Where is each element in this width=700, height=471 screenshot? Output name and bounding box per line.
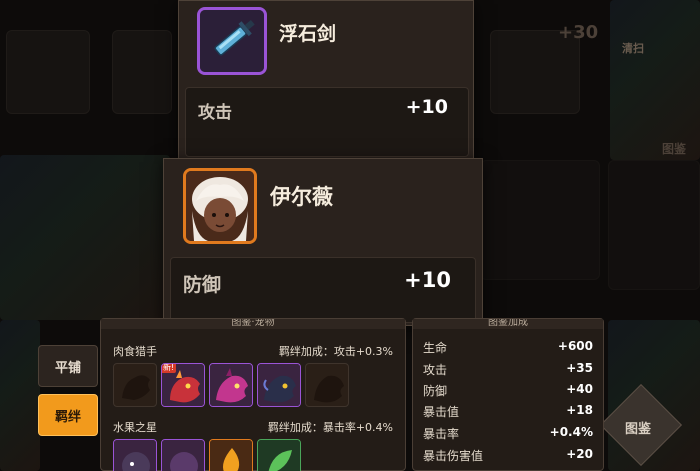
tab-tile[interactable]: 平铺	[38, 345, 98, 387]
magenta-dragon-icon	[210, 364, 252, 406]
bg-slot	[112, 30, 172, 114]
weapon-stat-label: 攻击	[198, 103, 232, 123]
pet-slot[interactable]: 新!	[161, 363, 205, 407]
bg-slot	[6, 30, 90, 114]
bg-right-label: 图鉴	[662, 142, 687, 156]
bonus-panel: 图鉴加成 生命 +600 攻击 +35 防御 +40 暴击值 +18 暴击率 +…	[412, 318, 604, 471]
bonus-stat-value: +20	[566, 447, 593, 461]
weapon-stat-value: +10	[405, 96, 448, 118]
weapon-portrait	[197, 7, 267, 75]
fruit-creature-icon	[114, 440, 156, 471]
bonus-stat-label: 暴击值	[423, 405, 460, 419]
group-title: 水果之星	[113, 421, 157, 434]
weapon-name: 浮石剑	[279, 23, 337, 45]
pet-slot-empty[interactable]	[305, 363, 349, 407]
bg-right-badge: 清扫	[622, 42, 644, 55]
pet-slot[interactable]	[161, 439, 205, 471]
fruit-creature-icon	[162, 440, 204, 471]
weapon-stat-box: 攻击 +10	[185, 87, 469, 157]
hero-stat-value: +10	[404, 268, 451, 292]
bonus-stat-value: +35	[566, 361, 593, 375]
pet-slot[interactable]	[209, 439, 253, 471]
bonus-panel-header: 图鉴加成	[413, 319, 603, 329]
tab-bond[interactable]: 羁绊	[38, 394, 98, 436]
pet-slot[interactable]	[257, 363, 301, 407]
group-bonus: 羁绊加成：攻击+0.3%	[278, 345, 393, 358]
pet-slot[interactable]	[113, 439, 157, 471]
bg-left-art	[0, 155, 170, 320]
bonus-stat-label: 暴击伤害值	[423, 449, 484, 463]
bonus-stat-label: 攻击	[423, 363, 448, 377]
dark-dragon-icon	[258, 364, 300, 406]
bg-right-art	[610, 0, 700, 160]
group-title: 肉食猎手	[113, 345, 157, 358]
hero-portrait	[183, 168, 257, 244]
hero-tooltip-card: 伊尔薇 防御 +10	[163, 158, 483, 326]
bg-plus-value: +30	[558, 22, 599, 43]
bg-slot	[608, 160, 700, 290]
pet-slot[interactable]	[257, 439, 301, 471]
hero-name: 伊尔薇	[270, 185, 333, 209]
bg-left-art-lower	[0, 320, 40, 471]
collection-panel: 图鉴·宠物 肉食猎手 羁绊加成：攻击+0.3% 新! 水果之星 羁绊加成：暴击率…	[100, 318, 406, 471]
bonus-stat-label: 暴击率	[423, 427, 460, 441]
bonus-stat-value: +600	[557, 339, 593, 353]
white-haired-hero-portrait	[186, 171, 254, 241]
bonus-stat-value: +40	[566, 382, 593, 396]
hero-stat-label: 防御	[183, 274, 222, 296]
dragon-silhouette-icon	[314, 375, 344, 403]
weapon-tooltip-card: 浮石剑 攻击 +10	[178, 0, 474, 160]
pet-slot[interactable]	[209, 363, 253, 407]
dragon-silhouette-icon	[122, 375, 150, 400]
group-bonus: 羁绊加成：暴击率+0.4%	[267, 421, 393, 434]
collection-panel-header: 图鉴·宠物	[101, 319, 405, 329]
bonus-stat-label: 生命	[423, 341, 448, 355]
new-badge: 新!	[162, 363, 177, 373]
blue-sword-icon	[200, 10, 264, 72]
leaf-creature-icon	[258, 440, 300, 471]
bonus-stat-label: 防御	[423, 384, 448, 398]
flame-creature-icon	[210, 440, 252, 471]
pet-slot-empty[interactable]	[113, 363, 157, 407]
bonus-stat-value: +18	[566, 403, 593, 417]
hero-stat-box: 防御 +10	[170, 257, 476, 323]
bonus-stat-value: +0.4%	[549, 425, 593, 439]
bg-diamond-label: 图鉴	[625, 422, 652, 437]
bg-slot	[480, 160, 600, 280]
